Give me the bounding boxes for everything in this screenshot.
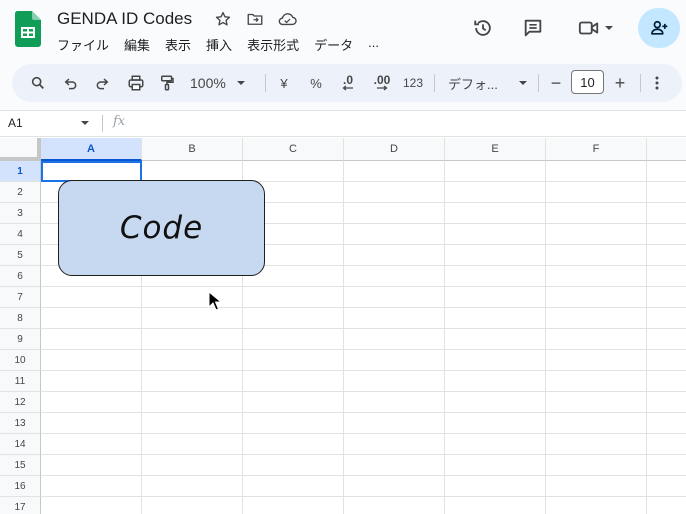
- undo-icon[interactable]: [59, 64, 83, 102]
- column-header-d[interactable]: D: [344, 138, 445, 161]
- column-header-e[interactable]: E: [445, 138, 546, 161]
- row-header-7[interactable]: 7: [0, 287, 41, 308]
- row-header-15[interactable]: 15: [0, 455, 41, 476]
- gridline: [41, 454, 686, 455]
- arrow-left-icon: [342, 85, 353, 91]
- font-family-select[interactable]: デフォ...: [448, 64, 528, 102]
- menu-file[interactable]: ファイル: [57, 35, 117, 54]
- increase-font-size-button[interactable]: +: [610, 64, 630, 102]
- mouse-pointer-icon: [208, 291, 222, 311]
- sheets-logo-icon[interactable]: [15, 11, 41, 47]
- menu-data[interactable]: データ: [314, 35, 361, 54]
- row-header-5[interactable]: 5: [0, 245, 41, 266]
- row-header-8[interactable]: 8: [0, 308, 41, 329]
- print-icon[interactable]: [124, 64, 148, 102]
- paint-format-icon[interactable]: [155, 64, 179, 102]
- toolbar-divider: [434, 74, 435, 92]
- more-options-icon[interactable]: [648, 64, 666, 102]
- menu-format[interactable]: 表示形式: [247, 35, 307, 54]
- increase-decimal-label: .00: [373, 73, 391, 87]
- meet-button[interactable]: [572, 10, 620, 46]
- more-formats-button[interactable]: 123: [401, 64, 425, 102]
- increase-decimal-button[interactable]: .00: [368, 64, 396, 102]
- row-header-4[interactable]: 4: [0, 224, 41, 245]
- add-person-icon: [651, 20, 668, 35]
- comments-icon[interactable]: [518, 10, 548, 46]
- decrease-font-size-button[interactable]: −: [546, 64, 566, 102]
- app-header: GENDA ID Codes ファイル 編集 表示 挿入 表示形式 データ ..…: [0, 0, 686, 60]
- move-folder-icon[interactable]: [245, 9, 265, 29]
- gridline: [41, 475, 686, 476]
- gridline: [41, 286, 686, 287]
- document-title[interactable]: GENDA ID Codes: [57, 9, 192, 29]
- video-camera-icon: [578, 21, 599, 35]
- gridline: [41, 496, 686, 497]
- toolbar-divider: [640, 74, 641, 92]
- gridline: [646, 161, 647, 514]
- menu-bar: ファイル 編集 表示 挿入 表示形式 データ ...: [57, 35, 394, 54]
- zoom-value: 100%: [190, 75, 226, 91]
- gridline: [444, 161, 445, 514]
- decrease-decimal-button[interactable]: .0: [336, 64, 360, 102]
- chevron-down-icon: [519, 81, 527, 85]
- font-family-value: デフォ...: [448, 76, 498, 92]
- row-header-11[interactable]: 11: [0, 371, 41, 392]
- format-currency-button[interactable]: ¥: [274, 64, 294, 102]
- column-header-next[interactable]: [647, 138, 686, 161]
- version-history-icon[interactable]: [468, 10, 498, 46]
- gridline: [41, 349, 686, 350]
- gridline: [41, 328, 686, 329]
- fx-icon: fx: [113, 114, 126, 129]
- gridline: [41, 370, 686, 371]
- column-header-f[interactable]: F: [546, 138, 647, 161]
- gridline: [41, 391, 686, 392]
- redo-icon[interactable]: [90, 64, 114, 102]
- menu-insert[interactable]: 挿入: [206, 35, 240, 54]
- column-header-a[interactable]: A: [41, 138, 142, 161]
- column-header-c[interactable]: C: [243, 138, 344, 161]
- format-percent-button[interactable]: %: [306, 64, 326, 102]
- font-size-input[interactable]: 10: [571, 70, 604, 94]
- row-header-6[interactable]: 6: [0, 266, 41, 287]
- menu-more[interactable]: ...: [368, 35, 387, 54]
- active-cell-a1[interactable]: [41, 161, 142, 182]
- row-header-10[interactable]: 10: [0, 350, 41, 371]
- zoom-select[interactable]: 100%: [190, 64, 256, 102]
- decrease-decimal-label: .0: [342, 73, 353, 87]
- row-header-16[interactable]: 16: [0, 476, 41, 497]
- row-header-12[interactable]: 12: [0, 392, 41, 413]
- code-drawing-button[interactable]: Code: [58, 180, 265, 276]
- chevron-down-icon: [236, 81, 245, 85]
- menu-view[interactable]: 表示: [165, 35, 199, 54]
- chevron-down-icon[interactable]: [80, 118, 90, 128]
- arrow-right-icon: [377, 85, 388, 91]
- menu-edit[interactable]: 編集: [124, 35, 158, 54]
- row-header-1[interactable]: 1: [0, 161, 41, 182]
- select-all-corner[interactable]: [0, 138, 41, 161]
- toolbar-divider: [265, 74, 266, 92]
- star-icon[interactable]: [213, 9, 233, 29]
- gridline: [41, 412, 686, 413]
- gridline: [545, 161, 546, 514]
- gridline: [41, 433, 686, 434]
- row-header-9[interactable]: 9: [0, 329, 41, 350]
- row-header-13[interactable]: 13: [0, 413, 41, 434]
- column-header-b[interactable]: B: [142, 138, 243, 161]
- row-header-14[interactable]: 14: [0, 434, 41, 455]
- row-header-3[interactable]: 3: [0, 203, 41, 224]
- row-header-2[interactable]: 2: [0, 182, 41, 203]
- name-box[interactable]: A1: [8, 116, 23, 130]
- share-button[interactable]: [638, 8, 680, 48]
- toolbar-divider: [538, 74, 539, 92]
- gridline: [41, 307, 686, 308]
- formula-bar-divider: [102, 115, 103, 132]
- search-menus-icon[interactable]: [26, 64, 50, 102]
- cloud-saved-icon[interactable]: [277, 9, 297, 29]
- chevron-down-icon: [605, 26, 613, 30]
- row-header-17[interactable]: 17: [0, 497, 41, 514]
- gridline: [343, 161, 344, 514]
